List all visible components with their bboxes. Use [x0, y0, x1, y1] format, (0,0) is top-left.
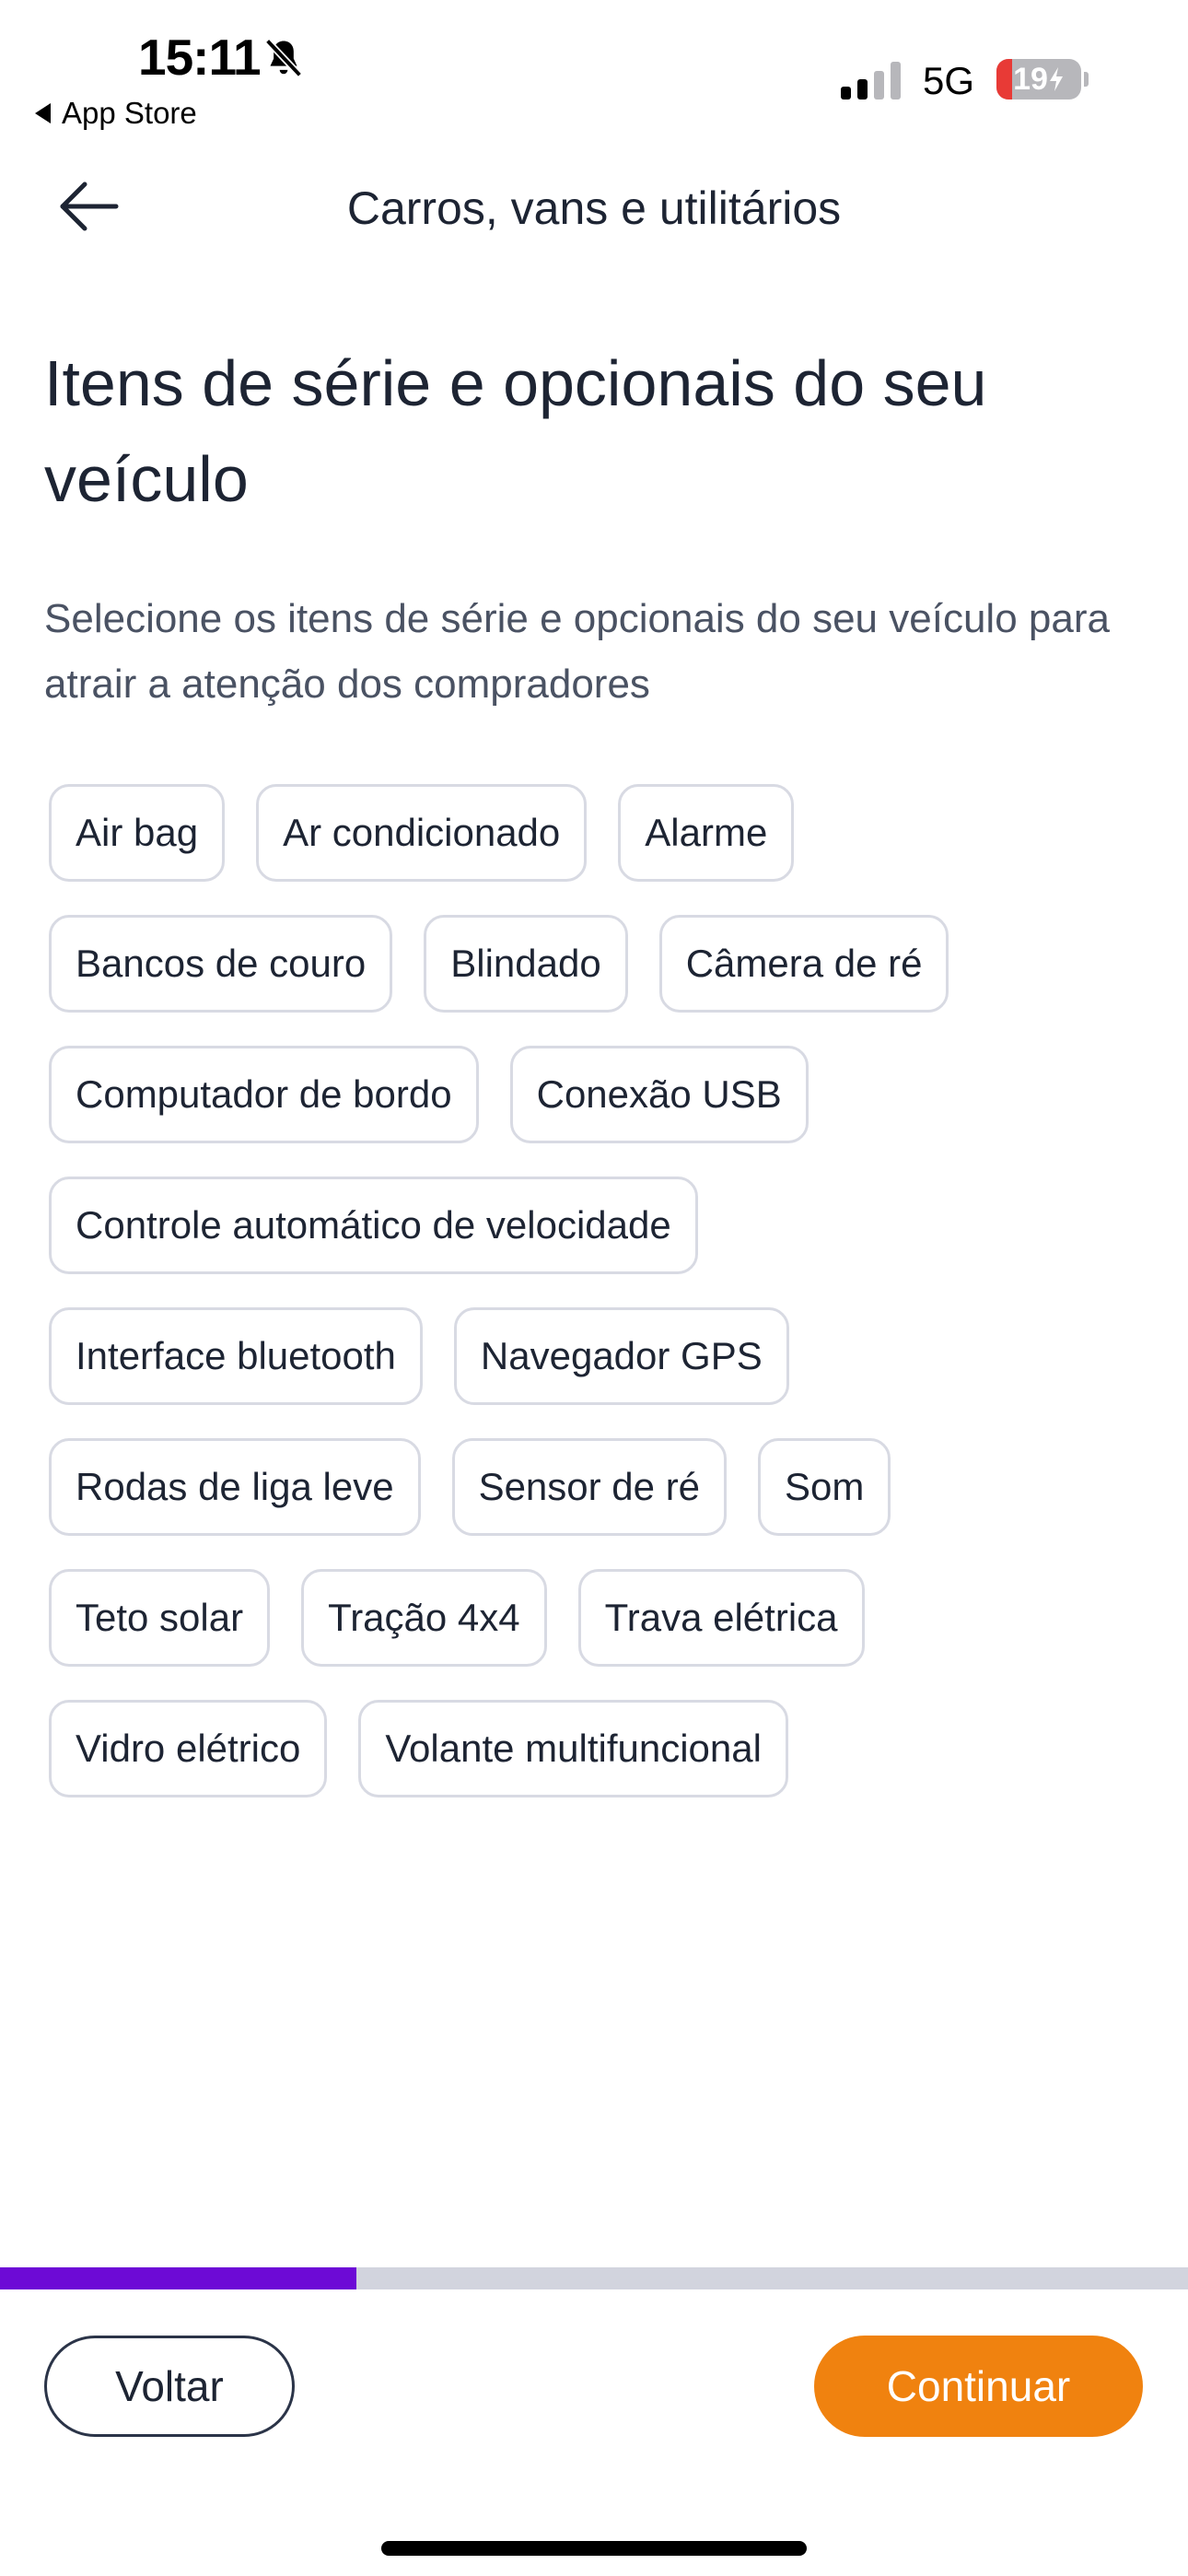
arrow-left-icon[interactable] — [59, 181, 120, 232]
option-chip[interactable]: Ar condicionado — [256, 784, 588, 882]
option-chip[interactable]: Controle automático de velocidade — [49, 1177, 698, 1274]
option-chip[interactable]: Blindado — [424, 915, 628, 1013]
option-chip[interactable]: Bancos de couro — [49, 915, 393, 1013]
option-chip[interactable]: Sensor de ré — [451, 1438, 728, 1536]
continue-button[interactable]: Continuar — [814, 2336, 1143, 2437]
option-chip[interactable]: Alarme — [618, 784, 795, 882]
chip-row: Vidro elétrico Volante multifuncional — [49, 1700, 1154, 1797]
header-title: Carros, vans e utilitários — [346, 182, 842, 234]
page-title: Itens de série e opcionais do seu veícul… — [44, 347, 987, 515]
option-chip[interactable]: Rodas de liga leve — [49, 1438, 421, 1536]
back-triangle-icon — [35, 103, 51, 123]
network-type: 5G — [923, 59, 975, 102]
option-chip[interactable]: Som — [758, 1438, 891, 1536]
battery-percent: 19 — [996, 59, 1081, 100]
chip-row: Air bag Ar condicionado Alarme — [49, 784, 1154, 882]
options-chip-list: Air bag Ar condicionado Alarme Bancos de co… — [49, 784, 1154, 1831]
chip-row: Rodas de liga leve Sensor de ré Som — [49, 1438, 1154, 1536]
chip-row: Controle automático de velocidade — [49, 1177, 1154, 1274]
status-time: 15:11 — [138, 29, 262, 86]
option-chip[interactable]: Teto solar — [49, 1569, 271, 1667]
chip-row: Interface bluetooth Navegador GPS — [49, 1307, 1154, 1405]
page-subtitle: Selecione os itens de série e opcionais … — [44, 596, 1110, 707]
battery-indicator: 19 — [996, 59, 1081, 100]
back-button[interactable]: Voltar — [44, 2336, 295, 2437]
option-chip[interactable]: Câmera de ré — [658, 915, 949, 1013]
option-chip[interactable]: Conexão USB — [509, 1046, 809, 1143]
option-chip[interactable]: Navegador GPS — [453, 1307, 789, 1405]
option-chip[interactable]: Vidro elétrico — [49, 1700, 328, 1797]
option-chip[interactable]: Tração 4x4 — [301, 1569, 547, 1667]
back-to-app-store[interactable]: App Store — [35, 96, 197, 131]
cellular-signal-icon — [841, 62, 901, 100]
chip-row: Bancos de couro Blindado Câmera de ré — [49, 915, 1154, 1013]
battery-percent-label: 19 — [1013, 61, 1048, 97]
option-chip[interactable]: Trava elétrica — [577, 1569, 865, 1667]
option-chip[interactable]: Air bag — [49, 784, 226, 882]
bell-slash-icon — [264, 38, 303, 77]
charging-bolt-icon — [1049, 67, 1063, 91]
option-chip[interactable]: Volante multifuncional — [358, 1700, 788, 1797]
battery-cap — [1084, 72, 1089, 87]
progress-fill — [0, 2267, 356, 2289]
option-chip[interactable]: Interface bluetooth — [49, 1307, 423, 1405]
back-to-app-label: App Store — [62, 96, 197, 130]
option-chip[interactable]: Computador de bordo — [49, 1046, 479, 1143]
chip-row: Teto solar Tração 4x4 Trava elétrica — [49, 1569, 1154, 1667]
chip-row: Computador de bordo Conexão USB — [49, 1046, 1154, 1143]
home-indicator[interactable] — [381, 2541, 807, 2556]
progress-bar — [0, 2267, 1188, 2289]
